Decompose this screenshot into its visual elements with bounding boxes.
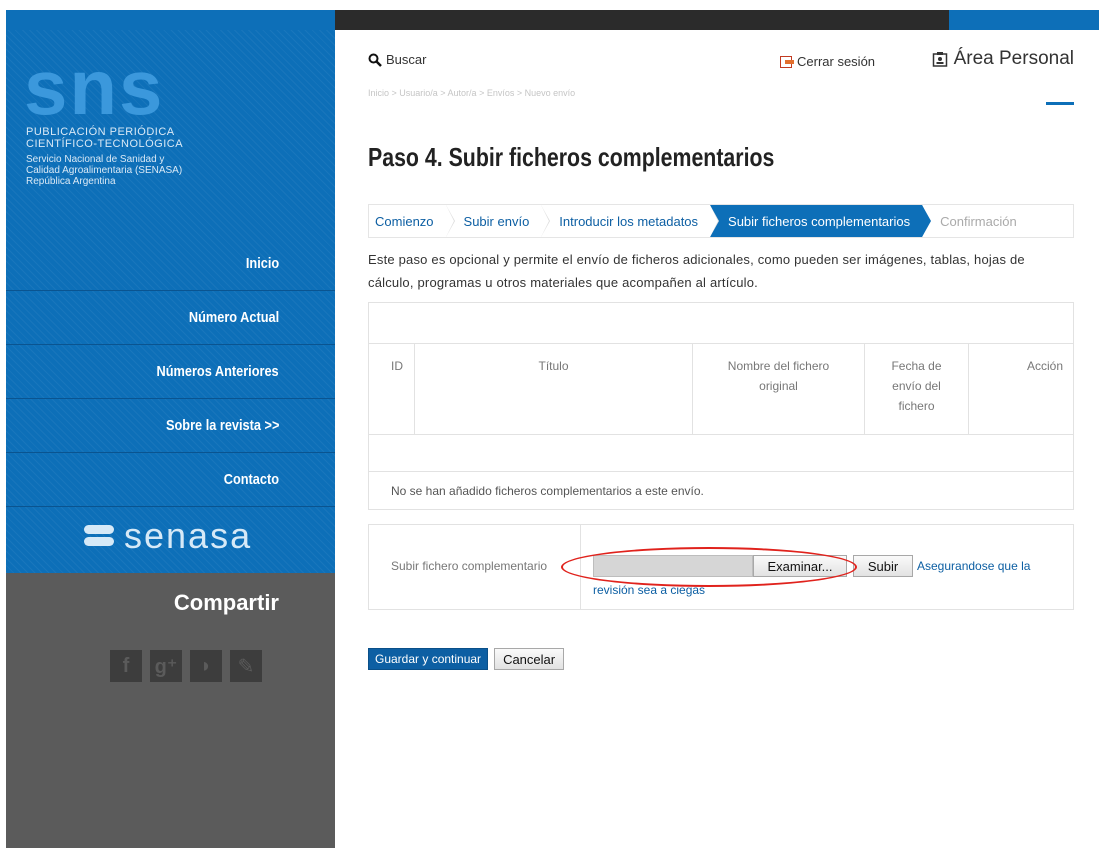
file-path-field[interactable] xyxy=(593,555,753,577)
personal-area-label: Área Personal xyxy=(953,48,1074,69)
page-title: Paso 4. Subir ficheros complementarios xyxy=(368,142,775,172)
upload-form: Subir fichero complementario Examinar...… xyxy=(368,524,1074,610)
personal-area-link[interactable]: Área Personal xyxy=(932,48,1074,70)
step-subir-envio[interactable]: Subir envío xyxy=(445,205,551,237)
cancel-button[interactable]: Cancelar xyxy=(494,648,565,670)
step-comienzo[interactable]: Comienzo xyxy=(369,205,455,237)
personal-area-underline xyxy=(1046,102,1074,105)
org-line-2: Calidad Agroalimentaria (SENASA) xyxy=(26,165,183,176)
column-action: Acción xyxy=(1026,359,1063,373)
share-panel xyxy=(6,573,335,848)
top-bar-accent xyxy=(949,10,1099,30)
save-continue-button[interactable]: Guardar y continuar xyxy=(368,648,489,670)
share-title: Compartir xyxy=(173,590,279,615)
step-metadatos[interactable]: Introducir los metadatos xyxy=(541,205,719,237)
nav-label: Números Anteriores xyxy=(156,363,279,380)
top-bar-dark xyxy=(335,10,949,30)
upload-button[interactable]: Subir xyxy=(853,555,913,577)
top-strip xyxy=(0,0,1099,10)
search-link[interactable]: Buscar xyxy=(368,52,426,67)
upload-label: Subir fichero complementario xyxy=(369,525,581,609)
column-title: Título xyxy=(415,344,693,434)
sidebar: sns PUBLICACIÓN PERIÓDICA CIENTÍFICO-TEC… xyxy=(6,30,335,848)
logout-label: Cerrar sesión xyxy=(797,54,876,69)
column-original-name: Nombre del fichero original xyxy=(693,344,865,434)
org-line-1: Servicio Nacional de Sanidad y xyxy=(26,154,165,165)
nav-item-contacto[interactable]: Contacto xyxy=(6,453,335,507)
nav-label: Sobre la revista >> xyxy=(165,417,279,434)
nav-item-numeros-anteriores[interactable]: Números Anteriores xyxy=(6,345,335,399)
sns-logo[interactable]: sns xyxy=(24,42,164,132)
nav-label: Número Actual xyxy=(188,309,279,326)
nav-item-inicio[interactable]: Inicio xyxy=(6,237,335,291)
logout-link[interactable]: Cerrar sesión xyxy=(780,54,875,69)
google-plus-icon[interactable]: g⁺ xyxy=(150,650,182,682)
blind-review-link[interactable]: Asegurandose que la xyxy=(917,559,1030,573)
step-ficheros-complementarios[interactable]: Subir ficheros complementarios xyxy=(710,205,932,237)
browse-button[interactable]: Examinar... xyxy=(753,555,847,577)
table-header: ID Título Nombre del fichero original Fe… xyxy=(369,343,1073,435)
id-card-icon xyxy=(932,52,947,67)
intro-text: Este paso es opcional y permite el envío… xyxy=(368,252,1025,290)
nav-label: Contacto xyxy=(223,471,279,488)
top-bar-left xyxy=(6,10,335,30)
share-icons: f g⁺ ◗ ✎ xyxy=(110,650,262,682)
supplementary-files-table: ID Título Nombre del fichero original Fe… xyxy=(368,302,1074,510)
empty-message: No se han añadido ficheros complementari… xyxy=(369,471,1073,509)
step-confirmacion: Confirmación xyxy=(922,205,1073,237)
senasa-logo-text: senasa xyxy=(124,515,253,556)
twitter-icon[interactable]: ✎ xyxy=(230,650,262,682)
rss-icon[interactable]: ◗ xyxy=(190,650,222,682)
logout-icon xyxy=(780,55,794,68)
nav-item-numero-actual[interactable]: Número Actual xyxy=(6,291,335,345)
column-date: Fecha de envío del fichero xyxy=(865,344,969,434)
senasa-logo[interactable]: senasa xyxy=(84,515,253,556)
search-label: Buscar xyxy=(386,52,427,67)
publication-line-1: PUBLICACIÓN PERIÓDICA xyxy=(26,126,175,138)
step-progress: Comienzo Subir envío Introducir los meta… xyxy=(368,204,1074,238)
column-id: ID xyxy=(369,344,415,434)
nav-label: Inicio xyxy=(245,255,279,272)
search-icon xyxy=(368,53,382,67)
senasa-mark-icon xyxy=(84,525,114,547)
blind-review-link-continued[interactable]: revisión sea a ciegas xyxy=(593,583,705,597)
publication-line-2: CIENTÍFICO-TECNOLÓGICA xyxy=(26,138,184,150)
facebook-icon[interactable]: f xyxy=(110,650,142,682)
upload-controls: Examinar... Subir Asegurandose que la re… xyxy=(561,525,1073,609)
breadcrumb[interactable]: Inicio > Usuario/a > Autor/a > Envíos > … xyxy=(368,88,575,98)
nav-item-sobre-la-revista[interactable]: Sobre la revista >> xyxy=(6,399,335,453)
sidebar-blue-panel: sns PUBLICACIÓN PERIÓDICA CIENTÍFICO-TEC… xyxy=(6,30,335,573)
form-actions: Guardar y continuar Cancelar xyxy=(368,648,565,670)
org-line-3: República Argentina xyxy=(26,176,116,187)
header-bar: Buscar Cerrar sesión Área Personal xyxy=(368,48,1074,105)
